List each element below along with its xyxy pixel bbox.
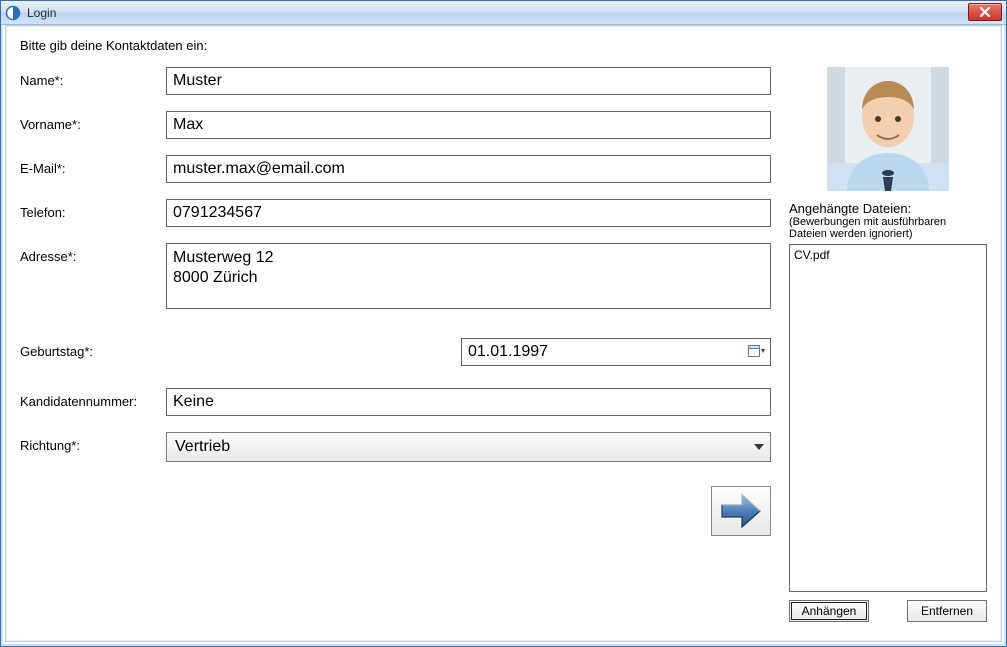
email-input[interactable] bbox=[166, 155, 771, 183]
arrow-right-icon bbox=[718, 491, 764, 531]
window-title: Login bbox=[27, 6, 56, 20]
vorname-input[interactable] bbox=[166, 111, 771, 139]
richtung-label: Richtung*: bbox=[20, 432, 166, 453]
close-button[interactable] bbox=[968, 3, 1002, 21]
list-item[interactable]: CV.pdf bbox=[794, 247, 982, 263]
richtung-value: Vertrieb bbox=[175, 438, 230, 456]
richtung-select[interactable]: Vertrieb bbox=[166, 432, 771, 462]
kandidatennummer-input[interactable] bbox=[166, 388, 771, 416]
attachments-list[interactable]: CV.pdf bbox=[789, 244, 987, 592]
remove-button[interactable]: Entfernen bbox=[907, 600, 987, 622]
chevron-down-icon bbox=[754, 442, 764, 452]
adresse-label: Adresse*: bbox=[20, 243, 166, 264]
name-label: Name*: bbox=[20, 67, 166, 88]
telefon-label: Telefon: bbox=[20, 199, 166, 220]
name-input[interactable] bbox=[166, 67, 771, 95]
side-column: Angehängte Dateien: (Bewerbungen mit aus… bbox=[789, 67, 987, 622]
attach-button[interactable]: Anhängen bbox=[789, 600, 869, 622]
vorname-label: Vorname*: bbox=[20, 111, 166, 132]
geburtstag-datepicker[interactable] bbox=[461, 338, 771, 366]
email-label: E-Mail*: bbox=[20, 155, 166, 176]
attachments-header: Angehängte Dateien: bbox=[789, 201, 987, 216]
next-button[interactable] bbox=[711, 486, 771, 536]
adresse-input[interactable] bbox=[166, 243, 771, 309]
geburtstag-label: Geburtstag*: bbox=[20, 338, 166, 359]
kandidatennummer-label: Kandidatennummer: bbox=[20, 388, 166, 409]
app-icon bbox=[5, 5, 21, 21]
instruction-text: Bitte gib deine Kontaktdaten ein: bbox=[20, 38, 987, 53]
calendar-dropdown-icon[interactable] bbox=[748, 344, 766, 360]
profile-photo bbox=[827, 67, 949, 191]
client-area: Bitte gib deine Kontaktdaten ein: Name*:… bbox=[5, 25, 1002, 642]
login-window: Login Bitte gib deine Kontaktdaten ein: … bbox=[0, 0, 1007, 647]
attachments-note: (Bewerbungen mit ausführbaren Dateien we… bbox=[789, 216, 987, 240]
main-area: Name*: Vorname*: E-Mail*: bbox=[20, 67, 987, 622]
form-column: Name*: Vorname*: E-Mail*: bbox=[20, 67, 771, 622]
geburtstag-input[interactable] bbox=[466, 341, 748, 363]
telefon-input[interactable] bbox=[166, 199, 771, 227]
titlebar: Login bbox=[1, 1, 1006, 25]
